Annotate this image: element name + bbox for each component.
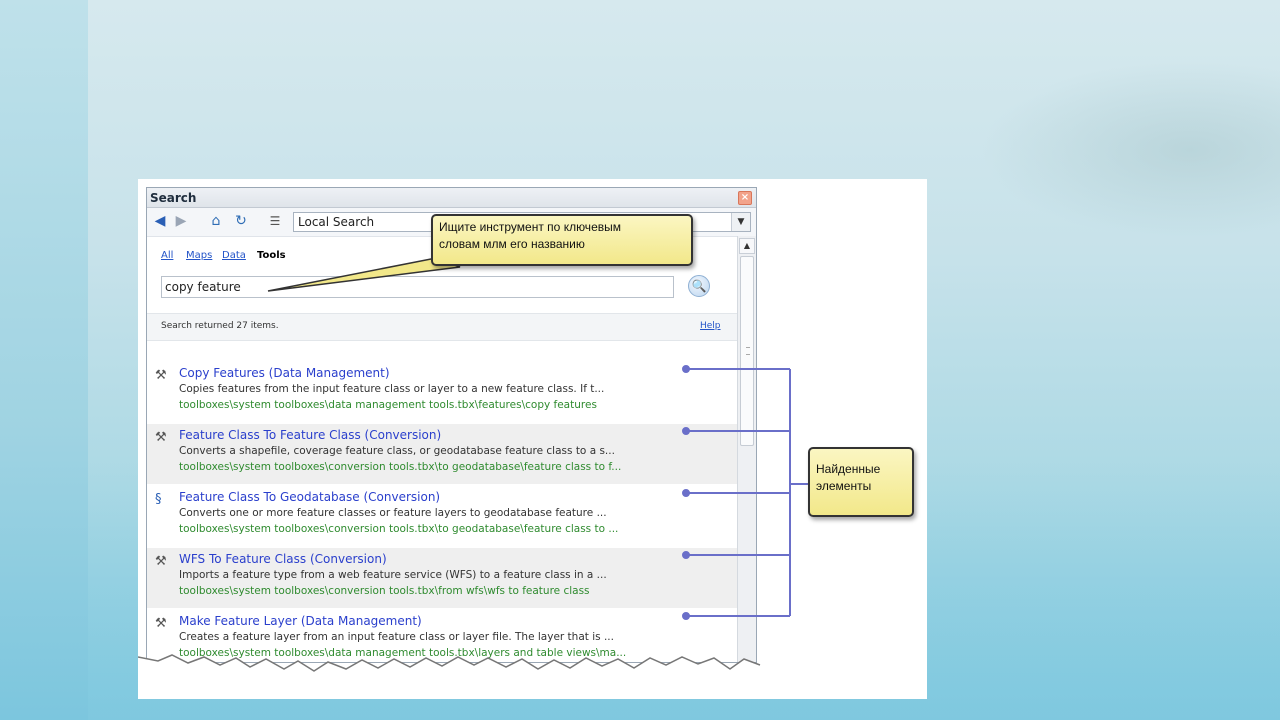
found-line1: Найденные	[816, 462, 881, 476]
search-hint-line2: словам млм его названию	[439, 237, 585, 251]
search-hint-callout: Ищите инструмент по ключевым словам млм …	[431, 214, 693, 266]
screenshot-card: Search × ◀ ▶ ⌂ ↻ ☰ Local Search ▼ All Ma…	[138, 179, 927, 699]
found-line2: элементы	[816, 479, 872, 493]
search-hint-line1: Ищите инструмент по ключевым	[439, 220, 621, 234]
found-items-callout: Найденные элементы	[808, 447, 914, 517]
background-left-strip	[0, 0, 88, 720]
background-mountain-haze	[980, 60, 1280, 240]
